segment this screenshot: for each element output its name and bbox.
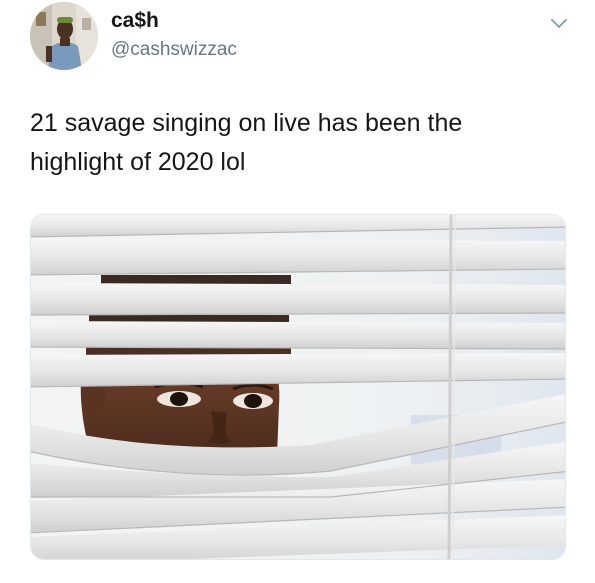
chevron-down-icon[interactable] <box>548 12 570 34</box>
avatar[interactable] <box>30 2 98 70</box>
handle[interactable]: @cashswizzac <box>111 39 237 61</box>
tweet-card[interactable]: ca$h @cashswizzac 21 savage singing on l… <box>0 0 595 583</box>
tweet-text: 21 savage singing on live has been the h… <box>30 109 463 176</box>
display-name[interactable]: ca$h <box>111 9 237 33</box>
tweet-image[interactable] <box>30 214 566 560</box>
author-block[interactable]: ca$h @cashswizzac <box>111 9 237 61</box>
